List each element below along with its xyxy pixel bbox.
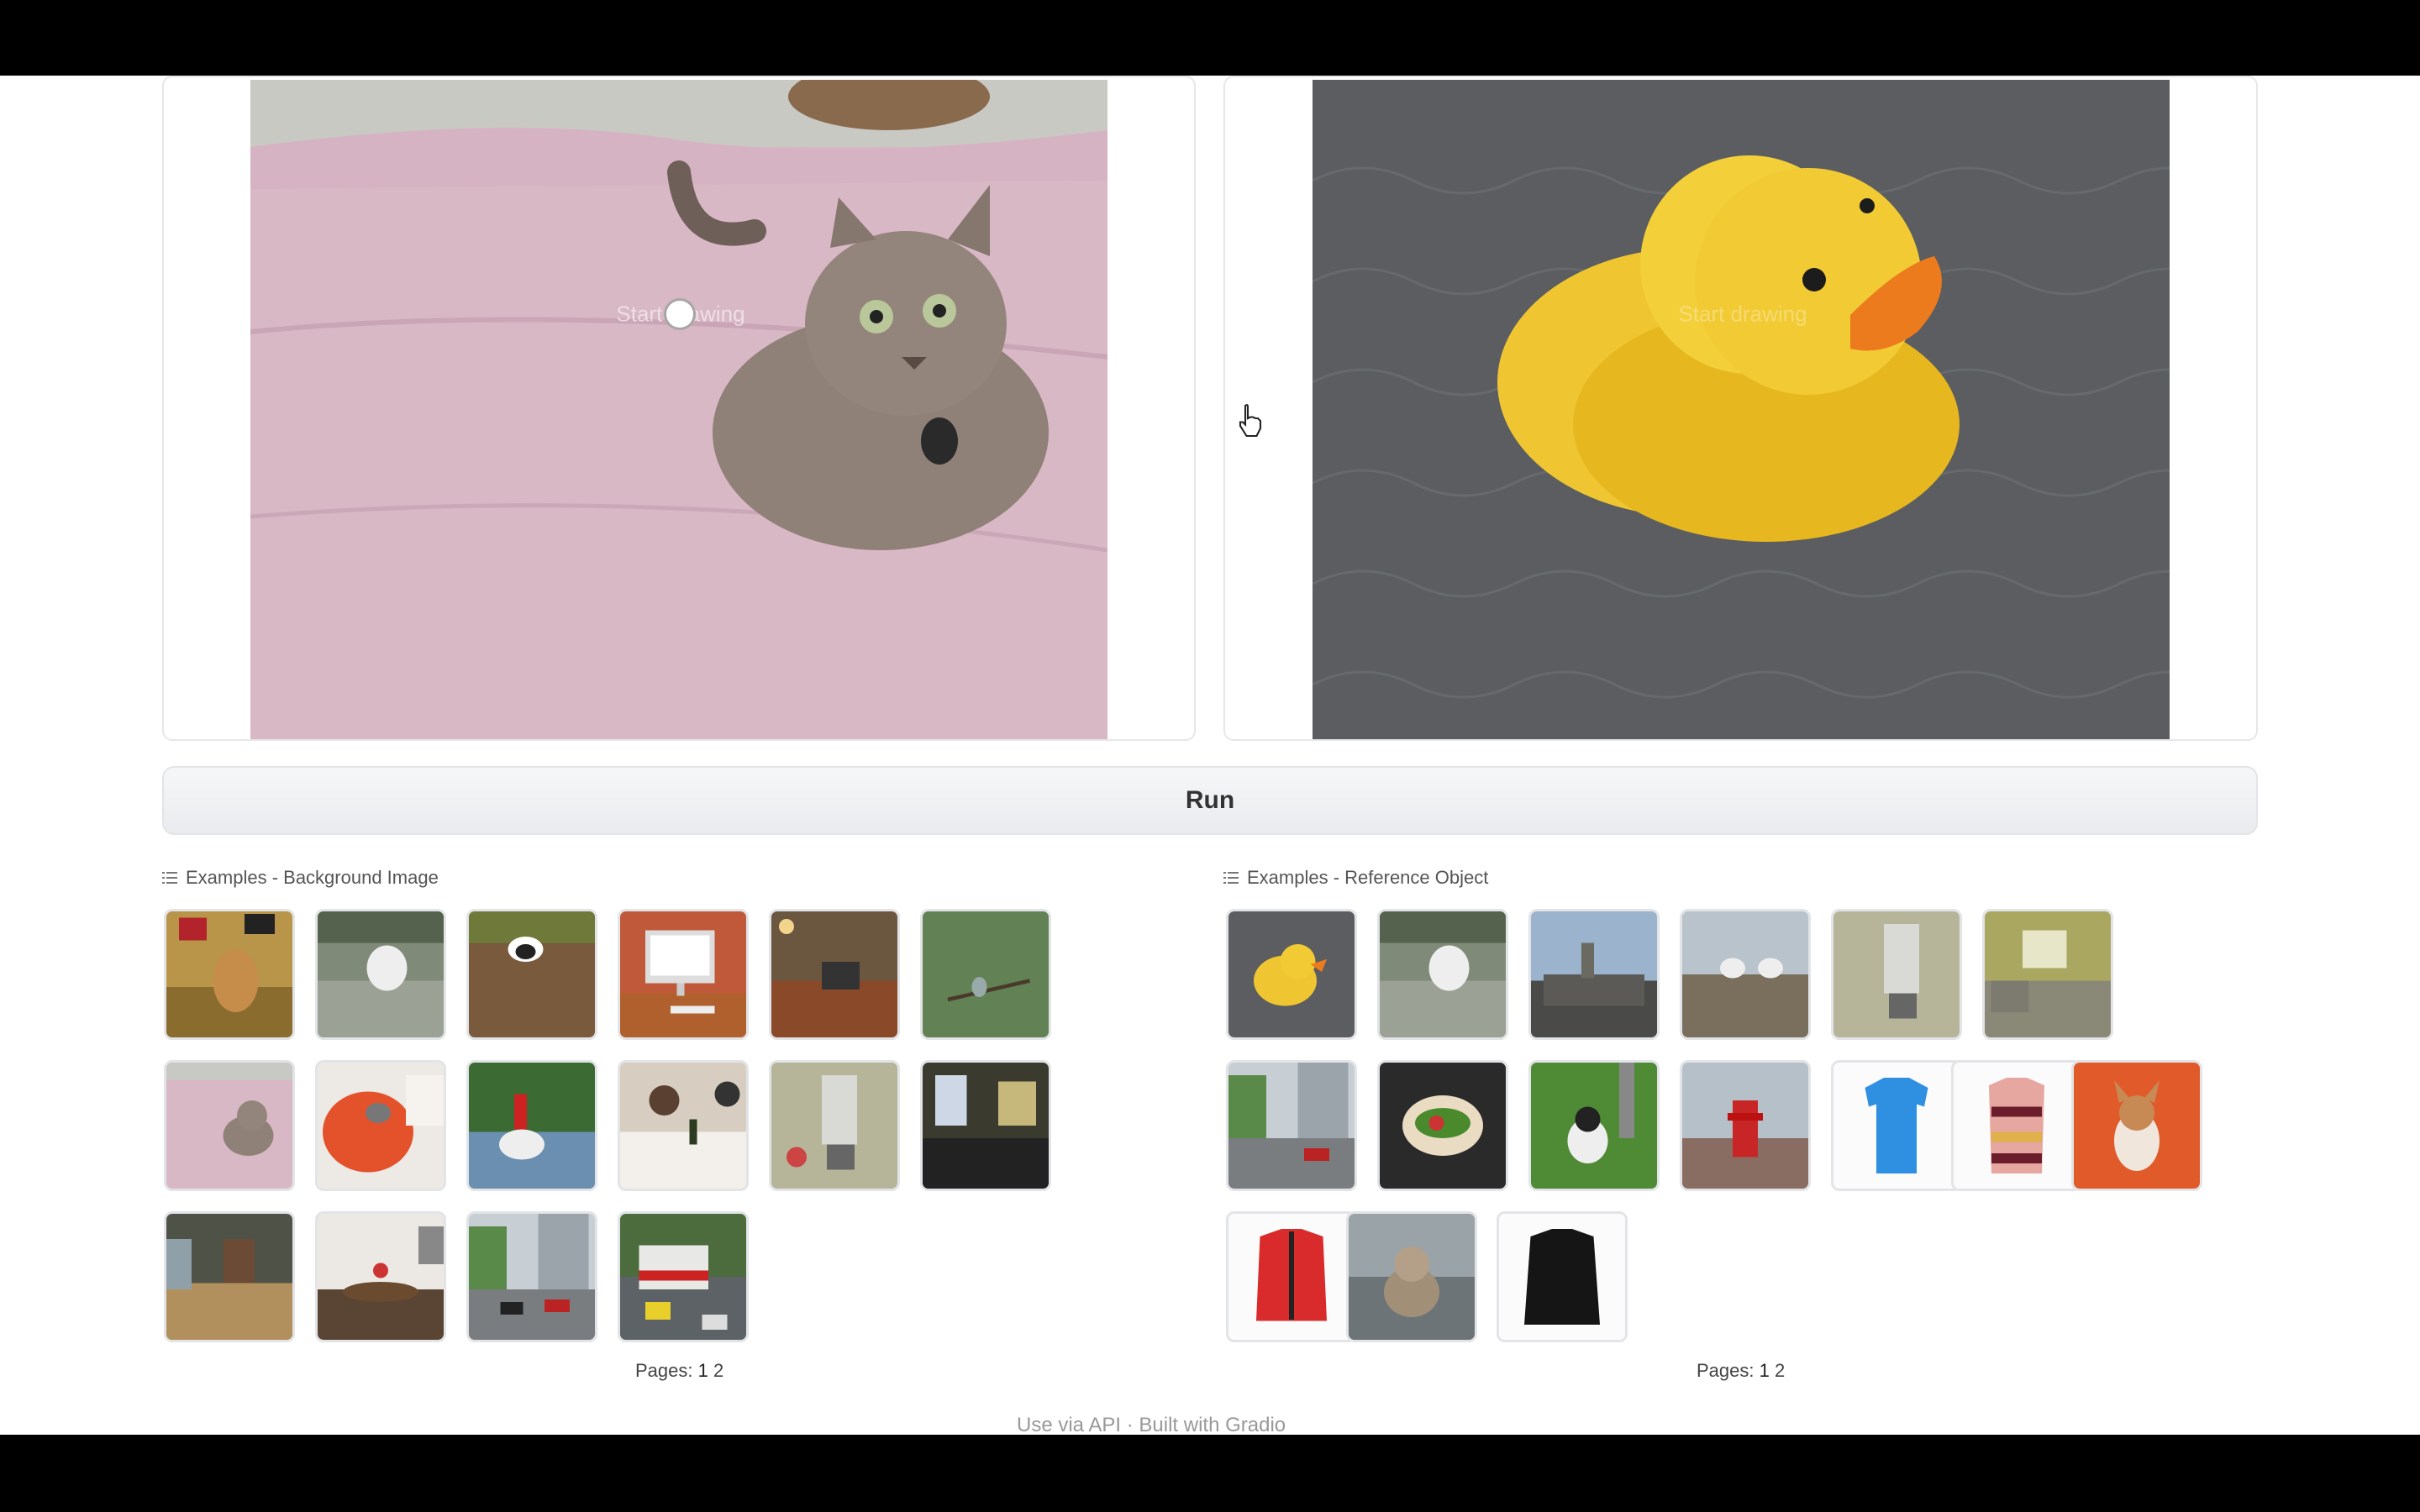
example-thumbnail[interactable] [466, 1211, 597, 1342]
examples-reference-label: Examples - Reference Object [1247, 867, 1489, 888]
brush-cursor-icon [664, 298, 696, 330]
page-link-1[interactable]: 1 [698, 1360, 708, 1381]
background-image-canvas[interactable] [250, 80, 1107, 739]
example-thumbnail[interactable] [920, 1060, 1051, 1191]
example-thumbnail[interactable] [1951, 1060, 2082, 1191]
example-thumbnail[interactable] [1528, 1060, 1660, 1191]
example-thumbnail[interactable] [1497, 1211, 1628, 1342]
example-thumbnail[interactable] [315, 1060, 446, 1191]
page-link-2[interactable]: 2 [713, 1360, 723, 1381]
example-thumbnail[interactable] [1680, 1060, 1811, 1191]
example-thumbnail[interactable] [164, 1060, 295, 1191]
example-thumbnail[interactable] [769, 909, 900, 1040]
example-thumbnail[interactable] [164, 1211, 295, 1342]
app-page: Start drawing Start drawing Run Examples… [0, 76, 2420, 1435]
example-thumbnail[interactable] [1528, 909, 1660, 1040]
examples-reference-header: Examples - Reference Object [1223, 867, 1488, 889]
example-thumbnail[interactable] [769, 1060, 900, 1191]
examples-background-label: Examples - Background Image [186, 867, 439, 888]
pages-label: Pages: [635, 1360, 693, 1381]
example-thumbnail[interactable] [315, 909, 446, 1040]
example-thumbnail[interactable] [2071, 1060, 2202, 1191]
page-link-1[interactable]: 1 [1760, 1360, 1770, 1381]
canvas-hint-text: Start drawing [1678, 301, 1807, 327]
example-thumbnail[interactable] [618, 1211, 749, 1342]
example-thumbnail[interactable] [1831, 909, 1962, 1040]
example-thumbnail[interactable] [164, 909, 295, 1040]
example-thumbnail[interactable] [618, 909, 749, 1040]
run-button[interactable]: Run [162, 766, 2258, 835]
example-thumbnail[interactable] [1680, 909, 1811, 1040]
pages-label: Pages: [1697, 1360, 1754, 1381]
example-thumbnail[interactable] [1226, 1211, 1357, 1342]
list-icon [1223, 872, 1239, 884]
examples-background-header: Examples - Background Image [162, 867, 439, 889]
example-thumbnail[interactable] [1226, 909, 1357, 1040]
example-thumbnail[interactable] [466, 1060, 597, 1191]
list-icon [162, 872, 177, 884]
example-thumbnail[interactable] [1377, 909, 1508, 1040]
footer-links[interactable]: Use via API · Built with Gradio [1017, 1414, 1286, 1435]
page-link-2[interactable]: 2 [1775, 1360, 1785, 1381]
example-thumbnail[interactable] [315, 1211, 446, 1342]
example-thumbnail[interactable] [920, 909, 1051, 1040]
example-thumbnail[interactable] [618, 1060, 749, 1191]
example-thumbnail[interactable] [1377, 1060, 1508, 1191]
examples-reference-pagination: Pages: 1 2 [1697, 1360, 1785, 1382]
example-thumbnail[interactable] [1982, 909, 2113, 1040]
examples-background-pagination: Pages: 1 2 [635, 1360, 723, 1382]
hand-pointer-icon [1239, 403, 1262, 438]
reference-object-canvas[interactable] [1313, 80, 2170, 739]
example-thumbnail[interactable] [1346, 1211, 1477, 1342]
example-thumbnail[interactable] [1226, 1060, 1357, 1191]
example-thumbnail[interactable] [466, 909, 597, 1040]
example-thumbnail[interactable] [1831, 1060, 1962, 1191]
reference-object-editor: Start drawing [1223, 76, 2258, 741]
background-image-editor: Start drawing [162, 76, 1196, 741]
